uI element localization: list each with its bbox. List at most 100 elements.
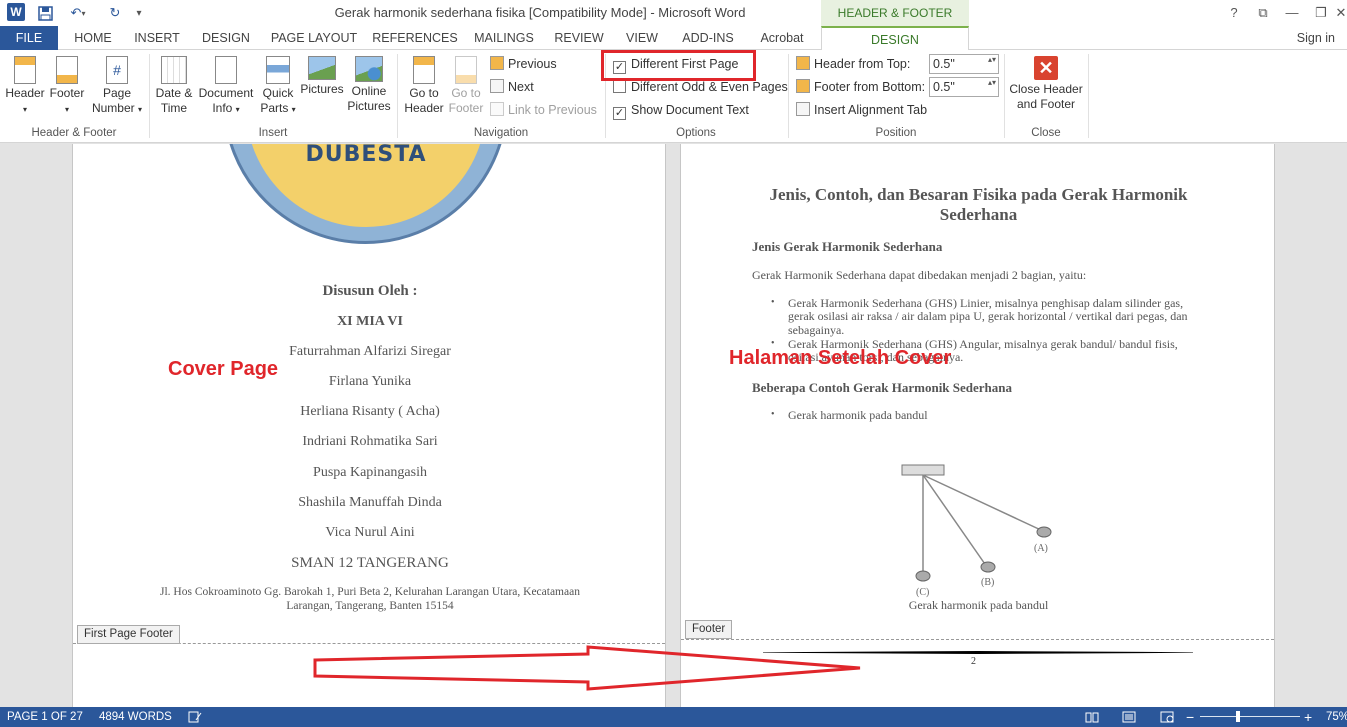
footer-from-bottom-text: Footer from Bottom: — [814, 80, 926, 94]
word-icon[interactable]: W — [7, 3, 25, 21]
go-to-footer-label-2: Footer — [448, 101, 484, 115]
group-separator — [149, 54, 150, 138]
list-item-line: gerak osilasi air raksa / air dalam pipa… — [788, 309, 1188, 323]
list-item-line: sebagainya. — [788, 323, 845, 337]
minimize-button[interactable]: — — [1277, 3, 1307, 23]
go-to-header-button[interactable]: Go to Header — [403, 54, 445, 126]
document-info-icon — [215, 56, 237, 84]
page-title-line: Sederhana — [939, 205, 1018, 224]
next-button[interactable]: Next — [490, 77, 534, 97]
tab-review[interactable]: REVIEW — [550, 26, 608, 50]
sign-in-link[interactable]: Sign in — [1297, 26, 1335, 50]
close-header-footer-button[interactable]: ✕ Close Header and Footer — [1008, 54, 1084, 126]
zoom-slider[interactable] — [1200, 716, 1300, 717]
go-to-footer-button[interactable]: Go to Footer — [446, 54, 486, 126]
header-icon — [14, 56, 36, 84]
school-name: SMAN 12 TANGERANG — [291, 555, 449, 571]
tab-file[interactable]: FILE — [0, 26, 58, 50]
figure-caption: Gerak harmonik pada bandul — [908, 598, 1049, 612]
label-b: (B) — [981, 577, 994, 588]
tab-home[interactable]: HOME — [64, 26, 122, 50]
page-cover[interactable]: DUBESTA Disusun Oleh : XI MIA VI Faturra… — [72, 144, 666, 707]
date-time-button[interactable]: Date & Time — [152, 54, 196, 126]
footer-tab[interactable]: Footer — [685, 620, 733, 639]
cover-page-annotation: Cover Page — [168, 358, 279, 380]
previous-button[interactable]: Previous — [490, 54, 557, 74]
tab-references[interactable]: REFERENCES — [372, 26, 458, 50]
quick-parts-button[interactable]: Quick Parts ▾ — [258, 54, 298, 126]
first-page-footer-tab[interactable]: First Page Footer — [77, 625, 180, 644]
page-content[interactable]: Jenis, Contoh, dan Besaran Fisika pada G… — [680, 144, 1275, 707]
label-c: (C) — [916, 587, 929, 598]
zoom-in-button[interactable]: + — [1304, 707, 1312, 727]
tab-insert[interactable]: INSERT — [128, 26, 186, 50]
close-window-button[interactable]: ✕ — [1335, 3, 1347, 23]
online-pictures-label-2: Pictures — [347, 99, 391, 113]
footer-from-bottom-input[interactable]: 0.5" — [929, 77, 999, 97]
customize-qat-icon[interactable]: ▾ — [132, 3, 146, 23]
tab-acrobat[interactable]: Acrobat — [750, 26, 814, 50]
logo-text: DUBESTA — [305, 144, 427, 167]
school-logo: DUBESTA — [223, 144, 508, 244]
footer-rule — [763, 651, 1193, 654]
quick-parts-label-1: Quick — [262, 86, 294, 100]
page-number-label-1: Page — [102, 86, 132, 100]
pendulum-bob-c — [915, 570, 931, 582]
show-document-text-label: Show Document Text — [631, 103, 749, 117]
zoom-out-button[interactable]: − — [1186, 707, 1194, 727]
window-title: Gerak harmonik sederhana fisika [Compati… — [334, 5, 746, 20]
ribbon-display-icon[interactable]: ⧉ — [1248, 3, 1278, 23]
tab-design[interactable]: DESIGN — [196, 26, 256, 50]
document-info-button[interactable]: Document Info ▾ — [197, 54, 255, 126]
close-header-footer-label-1: Close Header — [1009, 82, 1083, 96]
help-button[interactable]: ? — [1219, 3, 1249, 23]
pictures-button[interactable]: Pictures — [299, 54, 345, 126]
word-count-status[interactable]: 4894 WORDS — [99, 707, 172, 727]
footer-button[interactable]: Footer ▾ — [46, 54, 88, 126]
online-pictures-button[interactable]: Online Pictures — [346, 54, 392, 126]
restore-button[interactable]: ❐ — [1306, 3, 1336, 23]
footer-label: Footer — [49, 86, 85, 100]
calendar-icon — [161, 56, 187, 84]
section-heading: Jenis Gerak Harmonik Sederhana — [752, 239, 943, 254]
group-separator — [397, 54, 398, 138]
print-layout-icon[interactable] — [1122, 707, 1136, 727]
tab-header-footer-design[interactable]: DESIGN — [821, 26, 969, 51]
picture-icon — [308, 56, 336, 80]
tab-page-layout[interactable]: PAGE LAYOUT — [266, 26, 362, 50]
tab-add-ins[interactable]: ADD-INS — [676, 26, 740, 50]
pendulum-bob-b — [980, 561, 996, 573]
member-name: Shashila Manuffah Dinda — [298, 495, 442, 510]
zoom-slider-thumb[interactable] — [1236, 711, 1240, 722]
previous-label: Previous — [508, 57, 557, 71]
date-time-label-1: Date & — [155, 86, 193, 100]
page-count-status[interactable]: PAGE 1 OF 27 — [7, 707, 83, 727]
zoom-level[interactable]: 75% — [1326, 707, 1347, 727]
proofing-icon[interactable] — [188, 707, 202, 727]
go-to-header-icon — [413, 56, 435, 84]
header-button[interactable]: Header ▾ — [4, 54, 46, 126]
header-from-top-input[interactable]: 0.5" — [929, 54, 999, 74]
group-separator — [788, 54, 789, 138]
insert-alignment-tab-button[interactable]: Insert Alignment Tab — [796, 100, 927, 120]
link-to-previous-button[interactable]: Link to Previous — [490, 100, 597, 120]
tab-view[interactable]: VIEW — [618, 26, 666, 50]
group-separator — [1088, 54, 1089, 138]
quick-parts-icon — [266, 56, 290, 84]
next-icon — [490, 79, 504, 93]
undo-icon[interactable]: ↶ ▾ — [64, 3, 92, 23]
document-area[interactable]: DUBESTA Disusun Oleh : XI MIA VI Faturra… — [0, 144, 1347, 707]
show-document-text-checkbox[interactable]: ✓ Show Document Text — [613, 100, 749, 120]
online-picture-icon — [355, 56, 383, 82]
web-layout-icon[interactable] — [1160, 707, 1174, 727]
page-number-button[interactable]: # Page Number ▾ — [90, 54, 144, 126]
redo-icon[interactable]: ↻ — [104, 3, 126, 23]
checkbox-unchecked-icon — [613, 80, 626, 93]
read-mode-icon[interactable] — [1085, 707, 1099, 727]
footer-position-icon — [796, 79, 810, 93]
tab-mailings[interactable]: MAILINGS — [468, 26, 540, 50]
save-icon[interactable] — [36, 3, 54, 23]
header-from-top-label: Header from Top: — [796, 54, 910, 74]
quick-parts-label-2: Parts — [260, 101, 289, 115]
school-address-line: Jl. Hos Cokroaminoto Gg. Barokah 1, Puri… — [160, 586, 580, 598]
